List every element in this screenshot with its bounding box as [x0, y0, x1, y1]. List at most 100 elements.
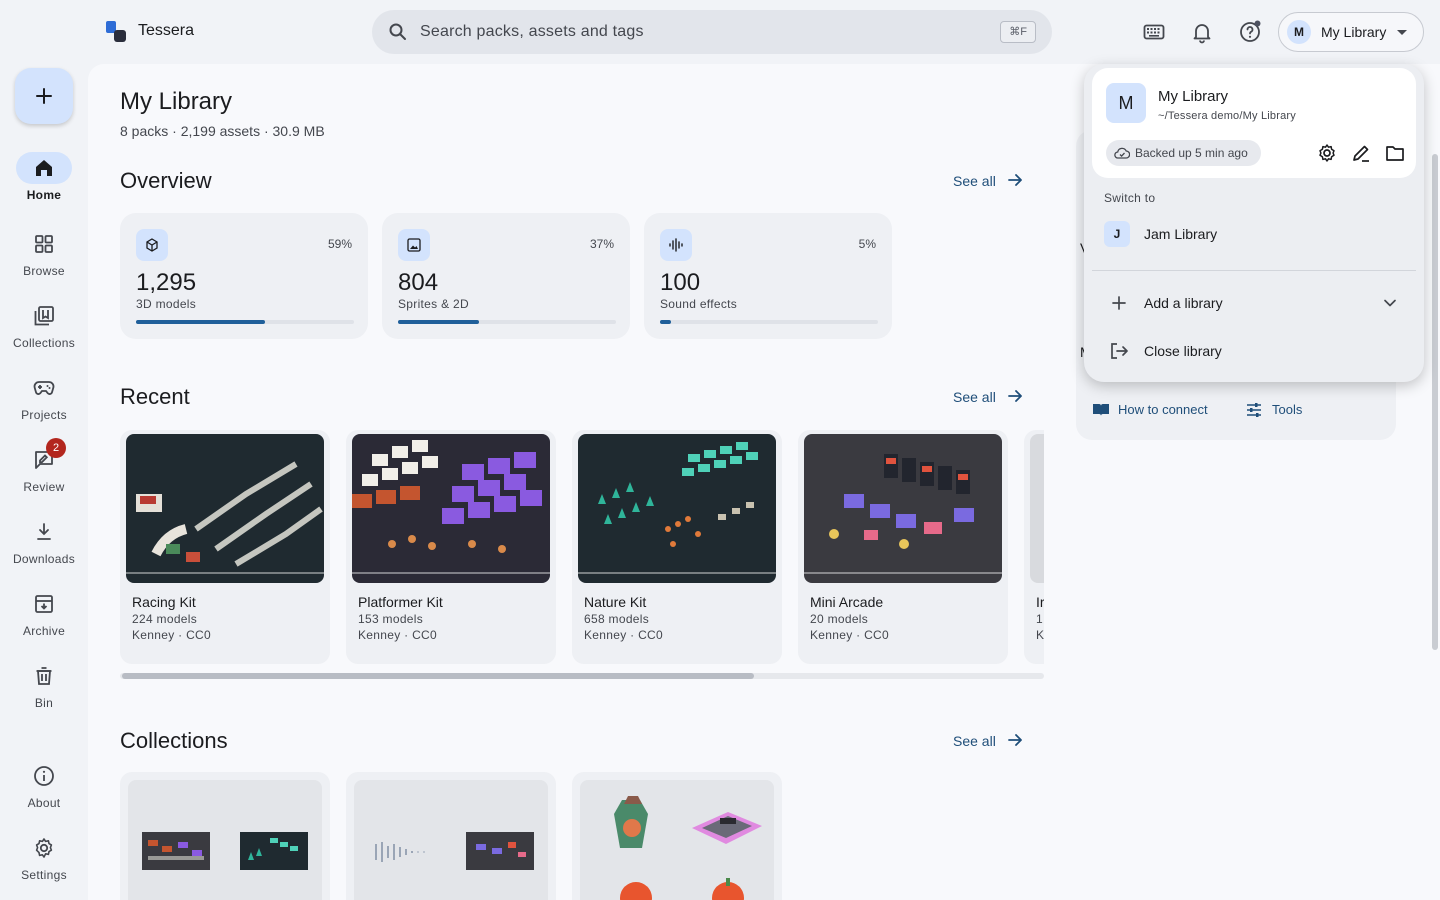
dropdown-caret-icon — [1397, 30, 1407, 35]
collection-thumb — [620, 882, 652, 900]
open-folder-icon[interactable] — [1384, 142, 1406, 164]
gear-icon — [35, 838, 53, 858]
library-button-label: My Library — [1321, 24, 1387, 40]
collection-thumb — [614, 796, 648, 848]
collection-card[interactable] — [572, 772, 782, 900]
recent-see-all-link[interactable]: See all — [953, 389, 1022, 405]
pack-card-partial[interactable]: Ir 1 K — [1024, 430, 1044, 664]
overview-title: Overview — [120, 168, 212, 193]
gamepad-icon — [33, 381, 55, 395]
tools-label: Tools — [1272, 402, 1303, 417]
nav-collections[interactable]: Collections — [0, 300, 88, 364]
stat-value: 1,295 — [136, 269, 197, 296]
search-input[interactable]: Search packs, assets and tags ⌘F — [372, 10, 1052, 54]
pack-count: 224 models — [132, 612, 198, 626]
collection-card[interactable] — [346, 772, 556, 900]
pack-author: Kenney · CC0 — [584, 628, 663, 642]
nav-downloads[interactable]: Downloads — [0, 516, 88, 580]
scrollbar-thumb[interactable] — [122, 673, 754, 679]
nav-bin[interactable]: Bin — [0, 660, 88, 724]
backup-status-text: Backed up 5 min ago — [1135, 146, 1248, 160]
nav-label: Browse — [23, 264, 65, 278]
overview-see-all-link[interactable]: See all — [953, 173, 1022, 189]
cloud-check-icon — [1114, 147, 1130, 159]
pack-card-racing-kit[interactable]: Racing Kit 224 models Kenney · CC0 — [120, 430, 330, 664]
stat-card-3d-models[interactable]: 59% 1,295 3D models — [120, 213, 368, 339]
nav-review[interactable]: 2 Review — [0, 438, 88, 508]
nav-label: Home — [26, 188, 62, 202]
top-bar: Tessera Search packs, assets and tags ⌘F… — [0, 0, 1440, 64]
nav-browse[interactable]: Browse — [0, 228, 88, 292]
stat-card-sound-effects[interactable]: 5% 100 Sound effects — [644, 213, 892, 339]
page-subtitle: 8 packs · 2,199 assets · 30.9 MB — [120, 123, 325, 139]
create-button[interactable] — [15, 68, 73, 124]
library-settings-gear-icon[interactable] — [1316, 142, 1338, 164]
pack-title: Mini Arcade — [810, 594, 884, 610]
pack-card-platformer-kit[interactable]: Platformer Kit 153 models Kenney · CC0 — [346, 430, 556, 664]
library-avatar: J — [1104, 221, 1130, 247]
switch-library-item[interactable]: J Jam Library — [1092, 212, 1416, 256]
library-switcher-menu: M My Library ~/Tessera demo/My Library B… — [1084, 64, 1424, 382]
stat-percent: 59% — [327, 237, 352, 251]
pack-card-nature-kit[interactable]: Nature Kit 658 models Kenney · CC0 — [572, 430, 782, 664]
recent-horizontal-scrollbar[interactable] — [120, 673, 1044, 679]
info-icon — [34, 766, 54, 786]
nav-label: About — [27, 796, 61, 810]
pack-thumbnail — [1030, 434, 1044, 583]
see-all-label: See all — [953, 733, 996, 749]
stat-progress-bar — [398, 320, 616, 324]
collections-see-all-link[interactable]: See all — [953, 733, 1022, 749]
see-all-label: See all — [953, 173, 996, 189]
stat-card-sprites[interactable]: 37% 804 Sprites & 2D — [382, 213, 630, 339]
keyboard-icon[interactable] — [1142, 20, 1166, 44]
backup-status-chip: Backed up 5 min ago — [1106, 140, 1261, 166]
stat-progress-bar — [660, 320, 878, 324]
pack-author: Kenney · CC0 — [358, 628, 437, 642]
close-library-label: Close library — [1144, 343, 1222, 359]
home-icon — [36, 160, 52, 176]
add-library-menu-item[interactable]: Add a library — [1092, 281, 1416, 325]
collection-thumb — [142, 832, 210, 870]
chevron-down-icon[interactable] — [1380, 293, 1400, 313]
nav-settings[interactable]: Settings — [0, 832, 88, 896]
nav-label: Review — [23, 480, 65, 494]
collections-icon — [34, 306, 54, 326]
arrow-right-icon — [1008, 174, 1022, 186]
pack-thumbnail — [578, 434, 776, 583]
nav-about[interactable]: About — [0, 760, 88, 824]
nav-archive[interactable]: Archive — [0, 588, 88, 652]
add-library-label: Add a library — [1144, 295, 1223, 311]
rename-pencil-icon[interactable] — [1350, 142, 1372, 164]
collection-preview — [128, 780, 322, 900]
logout-icon — [1111, 343, 1128, 359]
book-icon — [1093, 404, 1109, 416]
pack-card-mini-arcade[interactable]: Mini Arcade 20 models Kenney · CC0 — [798, 430, 1008, 664]
collection-card[interactable] — [120, 772, 330, 900]
collection-thumb — [712, 878, 744, 900]
current-library-path: ~/Tessera demo/My Library — [1158, 110, 1296, 122]
pack-author: Kenney · CC0 — [810, 628, 889, 642]
stat-progress-bar — [136, 320, 354, 324]
stat-label: 3D models — [136, 297, 197, 311]
stat-progress-fill — [398, 320, 479, 324]
notifications-bell-icon[interactable] — [1190, 20, 1214, 44]
stat-percent: 37% — [589, 237, 614, 251]
help-icon[interactable] — [1238, 20, 1262, 44]
library-switcher-button[interactable]: M My Library — [1278, 12, 1424, 52]
close-library-menu-item[interactable]: Close library — [1092, 329, 1416, 373]
pack-author: Kenney · CC0 — [132, 628, 211, 642]
pack-title: Ir — [1036, 594, 1044, 610]
collections-title: Collections — [120, 728, 228, 753]
nav-projects[interactable]: Projects — [0, 372, 88, 436]
collection-preview — [580, 780, 774, 900]
collection-preview — [354, 780, 548, 900]
search-shortcut: ⌘F — [1000, 21, 1036, 43]
grid-icon — [35, 235, 53, 253]
archive-icon — [35, 595, 53, 613]
arrow-right-icon — [1008, 734, 1022, 746]
main-vertical-scrollbar[interactable] — [1432, 154, 1438, 650]
stat-progress-fill — [136, 320, 265, 324]
nav-home[interactable]: Home — [0, 152, 88, 216]
download-icon — [37, 523, 51, 540]
stat-label: Sprites & 2D — [398, 297, 469, 311]
